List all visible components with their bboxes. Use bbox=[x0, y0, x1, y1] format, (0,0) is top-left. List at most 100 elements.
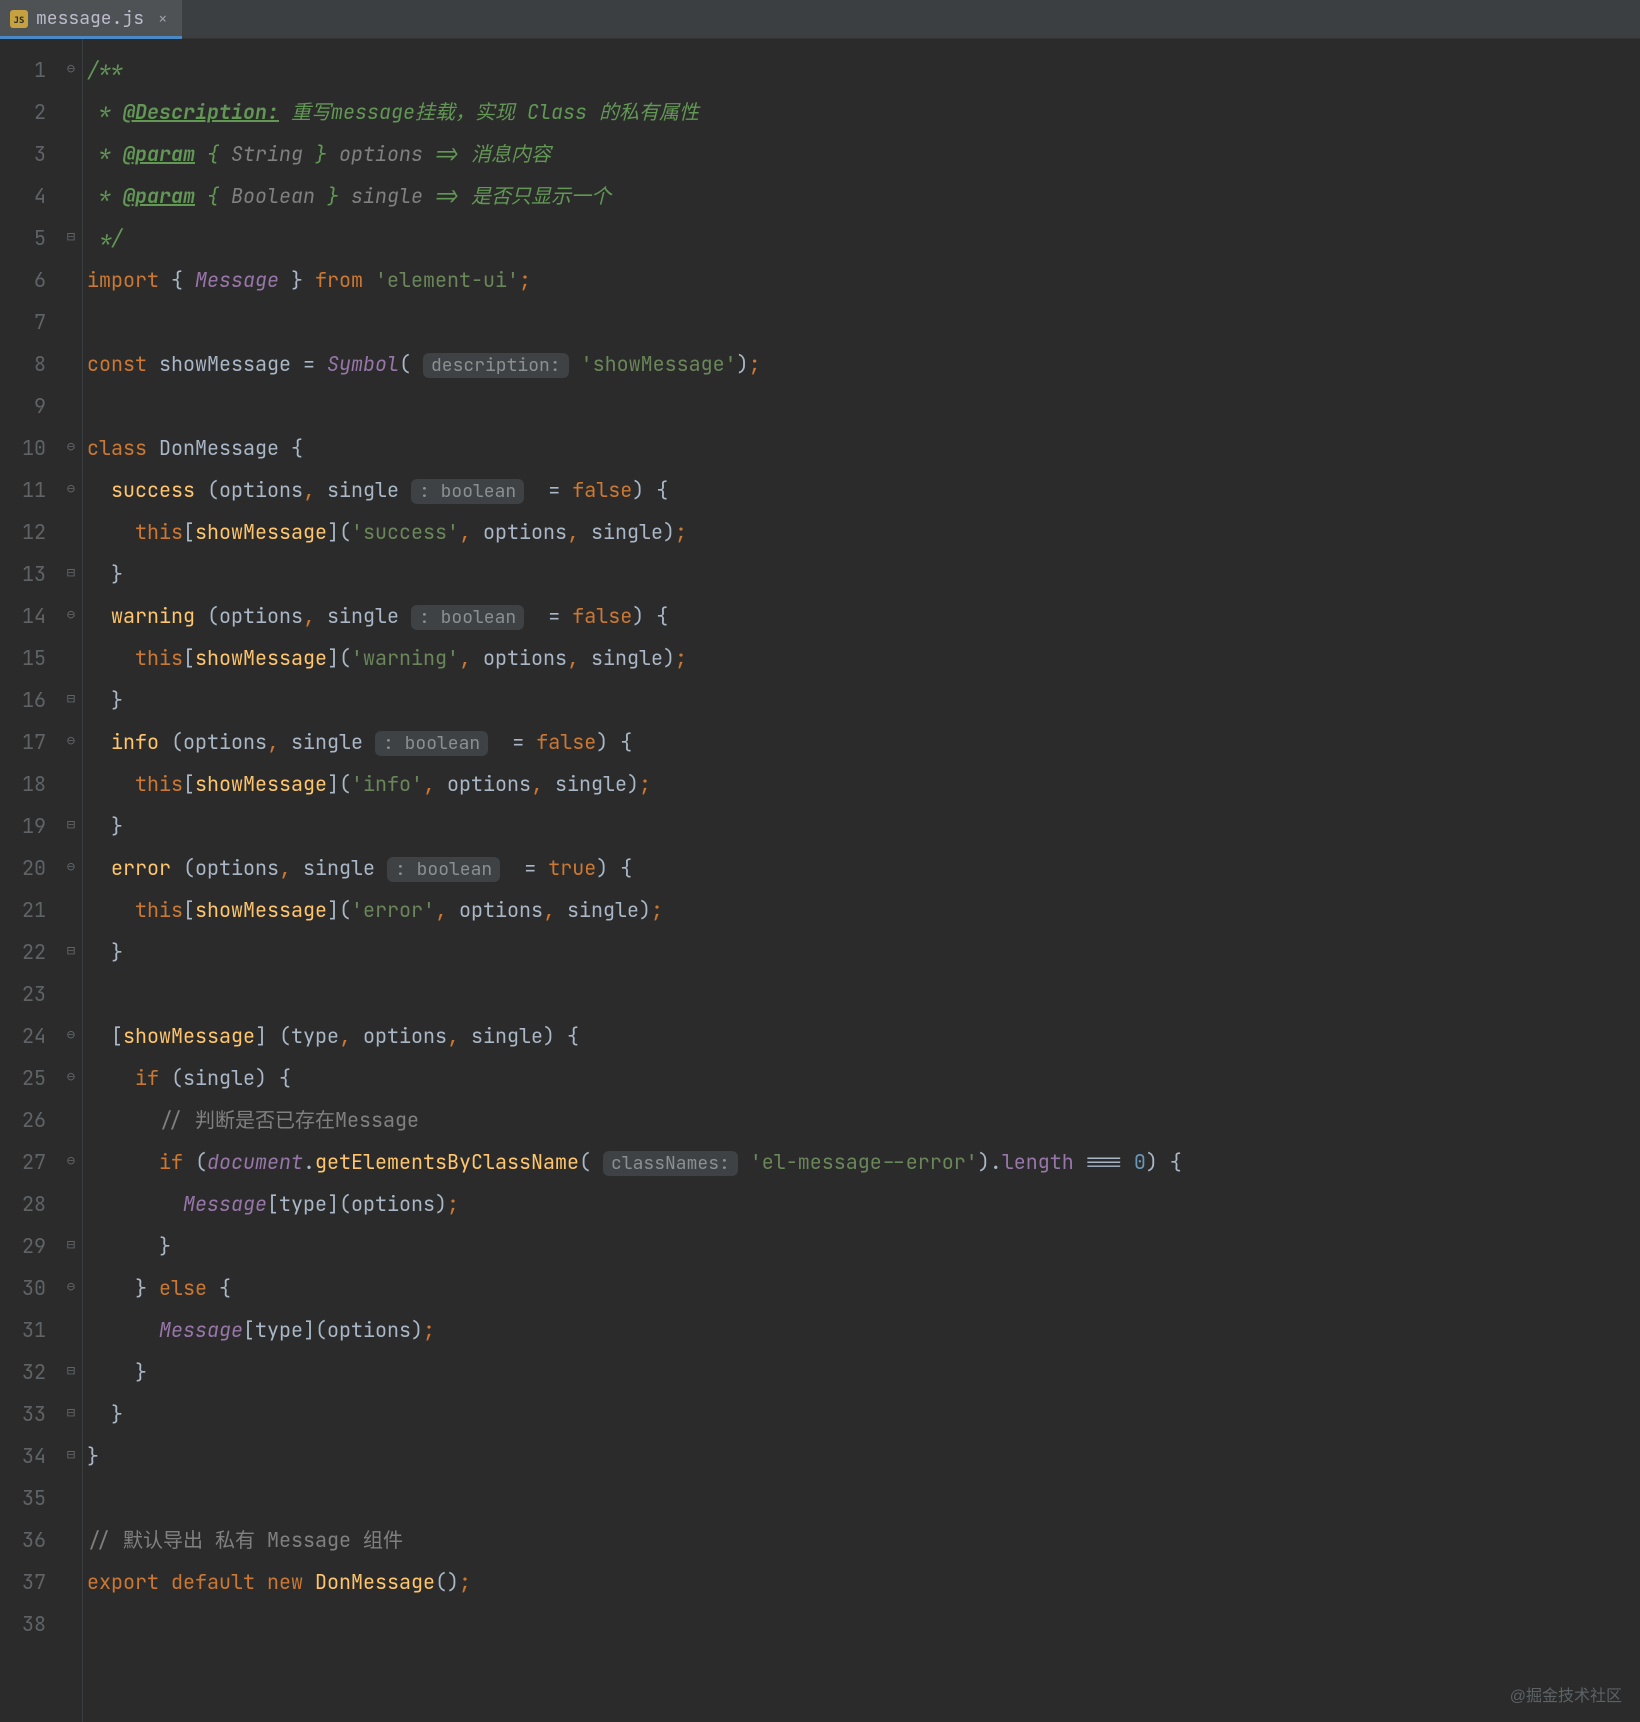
line-number: 37 bbox=[0, 1561, 60, 1603]
code-content[interactable]: /** * @Description: 重写message挂载，实现 Class… bbox=[83, 39, 1640, 1722]
code-line[interactable]: } bbox=[87, 931, 1640, 973]
fold-marker[interactable]: ⊖ bbox=[60, 1015, 82, 1057]
code-line[interactable]: Message[type](options); bbox=[87, 1183, 1640, 1225]
code-line[interactable]: } bbox=[87, 1225, 1640, 1267]
code-line[interactable]: if (document.getElementsByClassName( cla… bbox=[87, 1141, 1640, 1183]
fold-marker[interactable]: ⊖ bbox=[60, 427, 82, 469]
fold-marker[interactable]: ⊟ bbox=[60, 931, 82, 973]
code-line[interactable]: export default new DonMessage(); bbox=[87, 1561, 1640, 1603]
code-line[interactable]: this[showMessage]('success', options, si… bbox=[87, 511, 1640, 553]
fold-marker[interactable]: ⊟ bbox=[60, 1351, 82, 1393]
code-line[interactable] bbox=[87, 973, 1640, 1015]
code-line[interactable]: class DonMessage { bbox=[87, 427, 1640, 469]
fold-marker[interactable]: ⊟ bbox=[60, 217, 82, 259]
line-number: 14 bbox=[0, 595, 60, 637]
line-number: 4 bbox=[0, 175, 60, 217]
line-number: 18 bbox=[0, 763, 60, 805]
line-number: 28 bbox=[0, 1183, 60, 1225]
code-line[interactable]: this[showMessage]('error', options, sing… bbox=[87, 889, 1640, 931]
fold-marker bbox=[60, 91, 82, 133]
fold-marker[interactable]: ⊖ bbox=[60, 1141, 82, 1183]
fold-marker bbox=[60, 259, 82, 301]
fold-marker[interactable]: ⊟ bbox=[60, 1393, 82, 1435]
line-number: 9 bbox=[0, 385, 60, 427]
fold-marker bbox=[60, 385, 82, 427]
fold-marker bbox=[60, 343, 82, 385]
code-line[interactable]: * @param { String } options => 消息内容 bbox=[87, 133, 1640, 175]
code-line[interactable]: info (options, single : boolean = false)… bbox=[87, 721, 1640, 763]
line-number: 24 bbox=[0, 1015, 60, 1057]
line-number: 29 bbox=[0, 1225, 60, 1267]
fold-marker[interactable]: ⊖ bbox=[60, 49, 82, 91]
fold-marker[interactable]: ⊖ bbox=[60, 595, 82, 637]
fold-marker[interactable]: ⊖ bbox=[60, 1267, 82, 1309]
line-number: 22 bbox=[0, 931, 60, 973]
fold-marker bbox=[60, 1477, 82, 1519]
code-line[interactable]: const showMessage = Symbol( description:… bbox=[87, 343, 1640, 385]
fold-marker[interactable]: ⊖ bbox=[60, 721, 82, 763]
code-line[interactable]: Message[type](options); bbox=[87, 1309, 1640, 1351]
fold-marker[interactable]: ⊟ bbox=[60, 805, 82, 847]
code-line[interactable]: } bbox=[87, 1435, 1640, 1477]
fold-marker bbox=[60, 1183, 82, 1225]
code-line[interactable]: if (single) { bbox=[87, 1057, 1640, 1099]
fold-marker bbox=[60, 1309, 82, 1351]
tab-filename: message.js bbox=[36, 6, 144, 31]
fold-marker bbox=[60, 973, 82, 1015]
code-line[interactable]: } bbox=[87, 1351, 1640, 1393]
code-line[interactable]: success (options, single : boolean = fal… bbox=[87, 469, 1640, 511]
code-line[interactable] bbox=[87, 301, 1640, 343]
code-line[interactable]: } bbox=[87, 679, 1640, 721]
fold-marker bbox=[60, 889, 82, 931]
code-line[interactable]: warning (options, single : boolean = fal… bbox=[87, 595, 1640, 637]
line-number: 16 bbox=[0, 679, 60, 721]
fold-marker bbox=[60, 511, 82, 553]
svg-text:JS: JS bbox=[14, 16, 25, 26]
fold-marker[interactable]: ⊟ bbox=[60, 553, 82, 595]
tab-bar: JS message.js × bbox=[0, 0, 1640, 39]
fold-marker[interactable]: ⊟ bbox=[60, 1225, 82, 1267]
watermark: @掘金技术社区 bbox=[1510, 1686, 1622, 1708]
code-line[interactable]: } else { bbox=[87, 1267, 1640, 1309]
fold-marker bbox=[60, 1519, 82, 1561]
code-line[interactable]: */ bbox=[87, 217, 1640, 259]
code-line[interactable]: * @param { Boolean } single => 是否只显示一个 bbox=[87, 175, 1640, 217]
fold-marker[interactable]: ⊖ bbox=[60, 469, 82, 511]
line-number: 21 bbox=[0, 889, 60, 931]
code-line[interactable]: // 默认导出 私有 Message 组件 bbox=[87, 1519, 1640, 1561]
code-area[interactable]: 1234567891011121314151617181920212223242… bbox=[0, 39, 1640, 1722]
fold-marker bbox=[60, 1099, 82, 1141]
line-number: 25 bbox=[0, 1057, 60, 1099]
line-number: 19 bbox=[0, 805, 60, 847]
code-line[interactable]: } bbox=[87, 553, 1640, 595]
js-file-icon: JS bbox=[10, 10, 28, 28]
code-line[interactable] bbox=[87, 385, 1640, 427]
code-line[interactable]: * @Description: 重写message挂载，实现 Class 的私有… bbox=[87, 91, 1640, 133]
code-line[interactable]: [showMessage] (type, options, single) { bbox=[87, 1015, 1640, 1057]
code-line[interactable]: import { Message } from 'element-ui'; bbox=[87, 259, 1640, 301]
code-line[interactable]: // 判断是否已存在Message bbox=[87, 1099, 1640, 1141]
line-number: 35 bbox=[0, 1477, 60, 1519]
line-number: 30 bbox=[0, 1267, 60, 1309]
code-line[interactable]: error (options, single : boolean = true)… bbox=[87, 847, 1640, 889]
close-icon[interactable]: × bbox=[158, 8, 168, 30]
fold-marker[interactable]: ⊟ bbox=[60, 1435, 82, 1477]
fold-marker bbox=[60, 175, 82, 217]
fold-marker bbox=[60, 133, 82, 175]
code-line[interactable]: } bbox=[87, 1393, 1640, 1435]
line-number: 15 bbox=[0, 637, 60, 679]
fold-marker[interactable]: ⊖ bbox=[60, 1057, 82, 1099]
fold-marker[interactable]: ⊖ bbox=[60, 847, 82, 889]
code-line[interactable] bbox=[87, 1603, 1640, 1645]
code-line[interactable]: } bbox=[87, 805, 1640, 847]
line-number: 34 bbox=[0, 1435, 60, 1477]
code-line[interactable] bbox=[87, 1477, 1640, 1519]
code-line[interactable]: this[showMessage]('warning', options, si… bbox=[87, 637, 1640, 679]
fold-marker bbox=[60, 1561, 82, 1603]
code-line[interactable]: this[showMessage]('info', options, singl… bbox=[87, 763, 1640, 805]
tab-message-js[interactable]: JS message.js × bbox=[0, 0, 182, 38]
line-number: 8 bbox=[0, 343, 60, 385]
fold-marker[interactable]: ⊟ bbox=[60, 679, 82, 721]
code-line[interactable]: /** bbox=[87, 49, 1640, 91]
fold-marker bbox=[60, 637, 82, 679]
